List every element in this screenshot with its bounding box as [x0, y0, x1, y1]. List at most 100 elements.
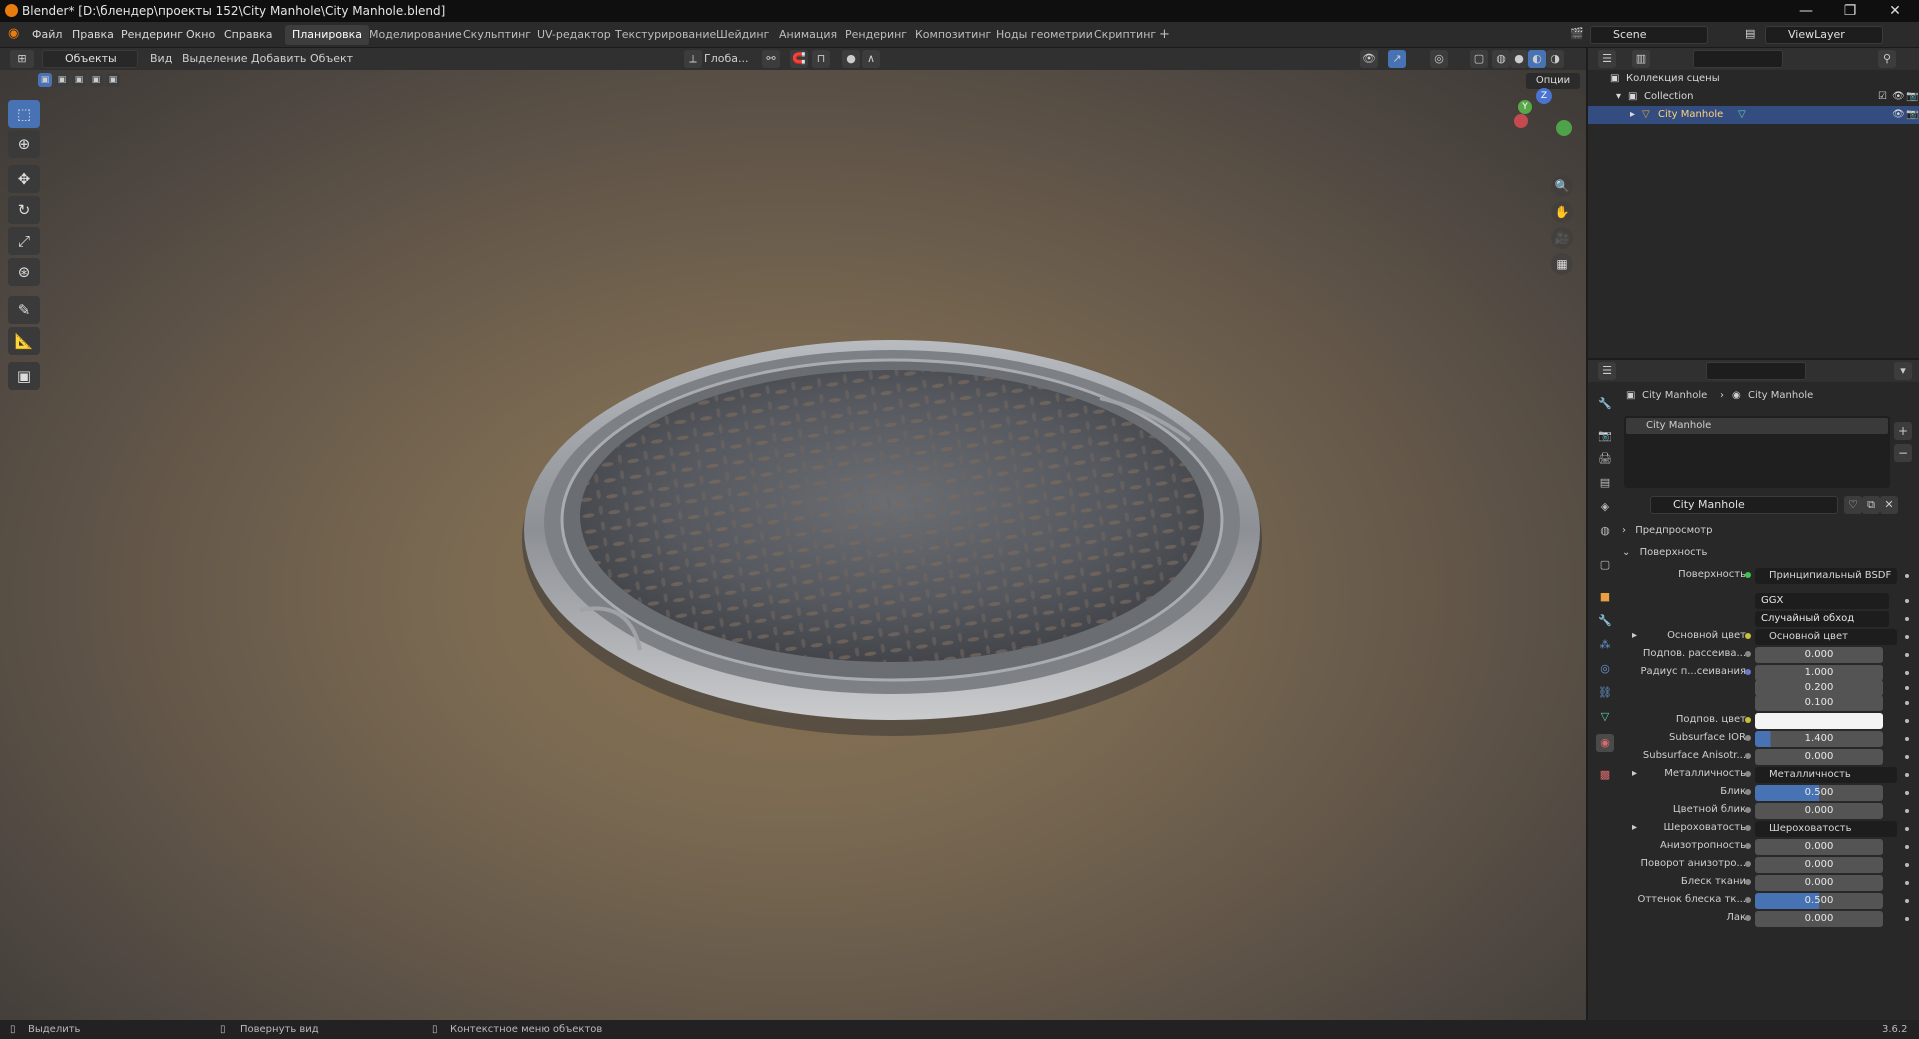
keyframe-dot-icon[interactable]: [1905, 827, 1909, 831]
keyframe-dot-icon[interactable]: [1905, 617, 1909, 621]
property-value[interactable]: [1755, 713, 1883, 729]
socket-link-icon[interactable]: [1745, 753, 1751, 759]
keyframe-dot-icon[interactable]: [1905, 701, 1909, 705]
menu-help[interactable]: Справка: [224, 28, 272, 41]
keyframe-dot-icon[interactable]: [1905, 653, 1909, 657]
fake-user-icon[interactable]: ♡: [1844, 496, 1862, 514]
pan-icon[interactable]: ✋: [1551, 201, 1573, 223]
expand-arrow-icon[interactable]: ▸: [1630, 106, 1635, 124]
tab-rendering[interactable]: Рендеринг: [838, 25, 914, 45]
particles-tab-icon[interactable]: ⁂: [1596, 636, 1614, 654]
socket-link-icon[interactable]: [1745, 915, 1751, 921]
property-value[interactable]: 0.500: [1755, 785, 1883, 801]
exclude-checkbox-icon[interactable]: ☑: [1878, 88, 1887, 106]
gizmo-toggle-icon[interactable]: ↗: [1388, 50, 1406, 68]
socket-link-icon[interactable]: [1745, 735, 1751, 741]
property-value[interactable]: GGX: [1755, 593, 1889, 609]
property-value[interactable]: 0.000: [1755, 749, 1883, 765]
property-value[interactable]: Принципиальный BSDF: [1755, 568, 1897, 584]
material-shading-icon[interactable]: ◐: [1528, 50, 1546, 68]
keyframe-dot-icon[interactable]: [1905, 845, 1909, 849]
transform-orientation-icon[interactable]: ⟂: [684, 50, 702, 68]
socket-link-icon[interactable]: [1745, 843, 1751, 849]
maximize-button[interactable]: ❐: [1830, 2, 1870, 20]
property-value[interactable]: 1.400: [1755, 731, 1883, 747]
duplicate-material-icon[interactable]: ⧉: [1862, 496, 1880, 514]
physics-tab-icon[interactable]: ◎: [1596, 660, 1614, 678]
socket-link-icon[interactable]: [1745, 789, 1751, 795]
menu-render[interactable]: Рендеринг: [121, 28, 183, 41]
select-mode-intersect-icon[interactable]: ▣: [106, 73, 120, 87]
socket-link-icon[interactable]: [1745, 717, 1751, 723]
socket-link-icon[interactable]: [1745, 897, 1751, 903]
annotate-tool-icon[interactable]: ✎: [8, 296, 40, 324]
property-value[interactable]: 0.000: [1755, 803, 1883, 819]
rotate-tool-icon[interactable]: ↻: [8, 196, 40, 224]
material-name-field[interactable]: City Manhole: [1650, 496, 1838, 514]
view-layer-field[interactable]: ViewLayer: [1765, 26, 1883, 44]
minimize-button[interactable]: —: [1786, 2, 1826, 20]
camera-icon[interactable]: 📷: [1906, 88, 1918, 106]
menu-window[interactable]: Окно: [186, 28, 215, 41]
keyframe-dot-icon[interactable]: [1905, 809, 1909, 813]
keyframe-dot-icon[interactable]: [1905, 737, 1909, 741]
modifier-tab-icon[interactable]: 🔧: [1596, 612, 1614, 630]
tab-uv-editing[interactable]: UV-редактор: [530, 25, 618, 45]
keyframe-dot-icon[interactable]: [1905, 599, 1909, 603]
property-value[interactable]: 0.000: [1755, 839, 1883, 855]
outliner-collection[interactable]: ▾ ▣ Collection ☑ 👁 📷: [1588, 88, 1919, 106]
tab-shading[interactable]: Шейдинг: [709, 25, 776, 45]
menu-edit[interactable]: Правка: [72, 28, 114, 41]
gizmo-y-axis[interactable]: Y: [1518, 100, 1532, 114]
tab-animation[interactable]: Анимация: [772, 25, 844, 45]
section-surface[interactable]: ⌄ Поверхность: [1622, 544, 1912, 562]
scale-tool-icon[interactable]: ⤢: [8, 227, 40, 255]
material-slot-item[interactable]: City Manhole: [1626, 418, 1888, 434]
navigation-gizmo[interactable]: Z Y: [1512, 84, 1576, 148]
camera-view-icon[interactable]: 🎥: [1551, 227, 1573, 249]
render-tab-icon[interactable]: 📷: [1596, 427, 1614, 445]
property-value[interactable]: 0.500: [1755, 893, 1883, 909]
collection-tab-icon[interactable]: ▢: [1596, 556, 1614, 574]
property-value[interactable]: 0.100: [1755, 695, 1883, 711]
property-value[interactable]: 0.000: [1755, 875, 1883, 891]
material-tab-icon[interactable]: ◉: [1596, 734, 1614, 752]
socket-link-icon[interactable]: [1745, 879, 1751, 885]
socket-link-icon[interactable]: [1745, 651, 1751, 657]
properties-editor-icon[interactable]: ☰: [1598, 362, 1616, 380]
gizmo-y-neg-axis[interactable]: [1556, 120, 1572, 136]
socket-link-icon[interactable]: [1745, 771, 1751, 777]
keyframe-dot-icon[interactable]: [1905, 671, 1909, 675]
gizmo-z-axis[interactable]: Z: [1536, 88, 1552, 104]
3d-viewport[interactable]: ▣ ▣ ▣ ▣ ▣ Опции ⬚ ⊕ ✥ ↻ ⤢ ⊛ ✎ 📐 ▣ Z Y 🔍 …: [0, 70, 1586, 1020]
add-cube-tool-icon[interactable]: ▣: [8, 362, 40, 390]
scene-field[interactable]: Scene: [1590, 26, 1708, 44]
close-button[interactable]: ✕: [1875, 2, 1915, 20]
socket-link-icon[interactable]: [1745, 861, 1751, 867]
camera-icon[interactable]: 📷: [1906, 106, 1918, 124]
tab-texture-paint[interactable]: Текстурирование: [608, 25, 723, 45]
solid-shading-icon[interactable]: ●: [1510, 50, 1528, 68]
tab-compositing[interactable]: Композитинг: [908, 25, 998, 45]
socket-link-icon[interactable]: [1745, 669, 1751, 675]
scene-icon[interactable]: 🎬: [1570, 27, 1584, 40]
visibility-icon[interactable]: 👁: [1360, 50, 1378, 68]
keyframe-dot-icon[interactable]: [1905, 755, 1909, 759]
select-mode-subtract-icon[interactable]: ▣: [72, 73, 86, 87]
menu-object[interactable]: Объект: [310, 52, 353, 65]
property-value[interactable]: 0.000: [1755, 911, 1883, 927]
manhole-object[interactable]: [500, 310, 1300, 910]
socket-link-icon[interactable]: [1745, 825, 1751, 831]
property-value[interactable]: 0.000: [1755, 857, 1883, 873]
menu-file[interactable]: Файл: [32, 28, 62, 41]
measure-tool-icon[interactable]: 📐: [8, 327, 40, 355]
editor-type-icon[interactable]: ⊞: [10, 50, 34, 68]
mesh-data-icon[interactable]: ▽: [1738, 106, 1746, 124]
property-value[interactable]: Случайный обход: [1755, 611, 1889, 627]
socket-link-icon[interactable]: [1745, 807, 1751, 813]
select-mode-new-icon[interactable]: ▣: [38, 73, 52, 87]
tab-modeling[interactable]: Моделирование: [362, 25, 469, 45]
gizmo-x-axis[interactable]: [1514, 114, 1528, 128]
keyframe-dot-icon[interactable]: [1905, 917, 1909, 921]
proportional-edit-icon[interactable]: ●: [842, 50, 860, 68]
